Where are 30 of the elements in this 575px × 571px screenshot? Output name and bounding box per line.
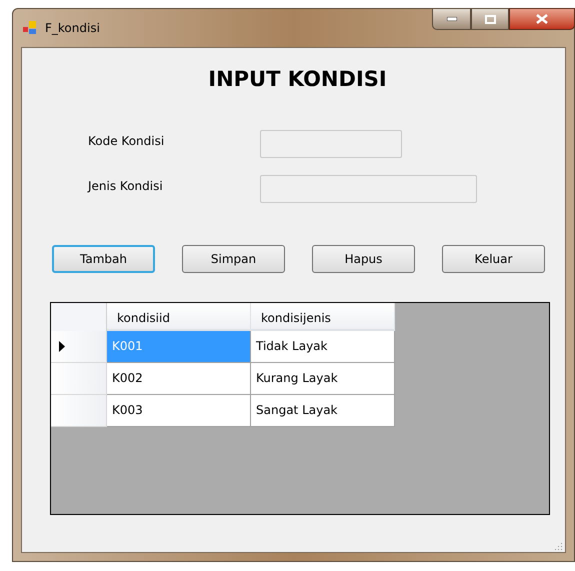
row-header[interactable] <box>51 394 107 426</box>
table-cell[interactable]: Sangat Layak <box>251 394 395 426</box>
table-cell[interactable]: K002 <box>107 362 251 394</box>
field-label: Jenis Kondisi <box>88 178 164 194</box>
column-header[interactable]: kondisijenis <box>251 302 395 330</box>
close-button[interactable] <box>509 8 575 30</box>
table-cell[interactable]: Kurang Layak <box>251 362 395 394</box>
minimize-icon <box>446 17 456 21</box>
field-label: Kode Kondisi <box>88 132 166 150</box>
row-header[interactable] <box>51 362 107 394</box>
heading: INPUT KONDISI <box>208 66 387 93</box>
maximize-button[interactable] <box>471 8 509 30</box>
action-button[interactable]: Simpan <box>182 244 285 272</box>
window-title: F_kondisi <box>45 20 100 37</box>
app-icon <box>23 21 37 35</box>
action-button[interactable]: Keluar <box>442 244 545 272</box>
column-header[interactable]: kondisiid <box>107 302 251 330</box>
table-cell[interactable]: Tidak Layak <box>251 330 395 362</box>
resize-grip-icon <box>555 542 563 550</box>
current-row-icon <box>59 340 65 352</box>
action-button[interactable]: Hapus <box>312 244 415 272</box>
maximize-icon <box>484 14 496 24</box>
text-field[interactable] <box>260 130 402 158</box>
table-cell[interactable]: K003 <box>107 394 251 426</box>
action-button[interactable]: Tambah <box>52 244 155 272</box>
row-header[interactable] <box>51 330 107 362</box>
close-icon <box>536 14 548 24</box>
corner-header <box>51 302 107 330</box>
text-field[interactable] <box>260 174 477 202</box>
minimize-button[interactable] <box>432 8 471 30</box>
